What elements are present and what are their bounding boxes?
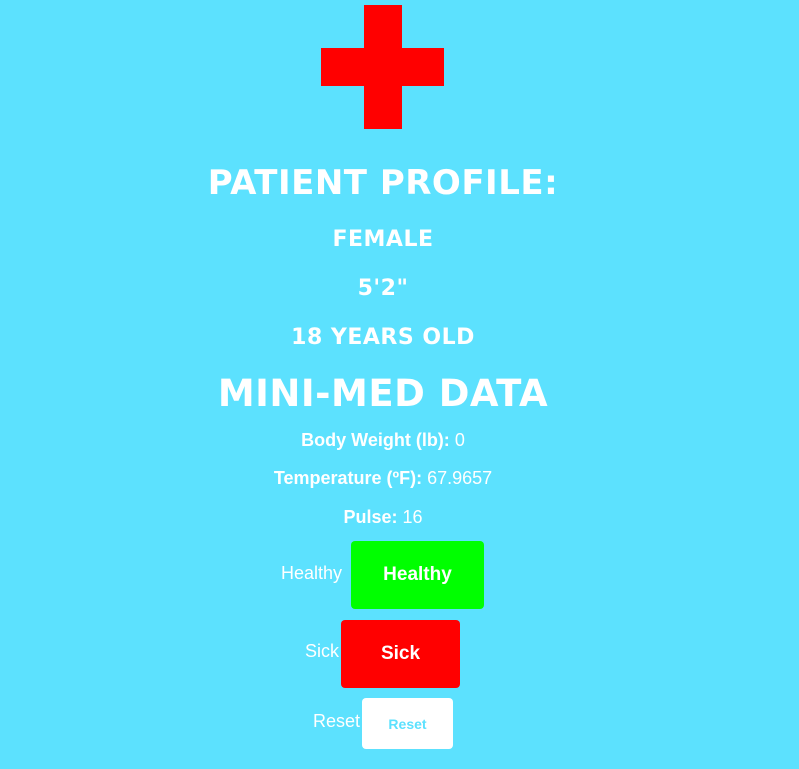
sick-label: Sick [305, 641, 340, 661]
healthy-label: Healthy [281, 563, 343, 583]
body-weight-stat: Body Weight (lb): 0 [0, 430, 766, 451]
temperature-stat: Temperature (ºF): 67.9657 [0, 468, 766, 489]
medical-cross-icon [321, 5, 444, 129]
healthy-button[interactable]: Healthy [351, 541, 484, 609]
profile-height: 5'2" [357, 276, 409, 301]
pulse-label: Pulse: [343, 507, 398, 527]
cross-horizontal-bar [321, 48, 444, 86]
sick-button[interactable]: Sick [341, 620, 460, 688]
mini-med-data-title: MINI-MED DATA [217, 372, 549, 415]
body-weight-label: Body Weight (lb): [301, 430, 450, 450]
pulse-stat: Pulse: 16 [0, 507, 766, 528]
temperature-value: 67.9657 [427, 468, 493, 488]
pulse-value: 16 [402, 507, 423, 527]
reset-button[interactable]: Reset [362, 698, 453, 749]
temperature-label: Temperature (ºF): [273, 468, 423, 488]
reset-label: Reset [313, 711, 361, 731]
profile-age: 18 YEARS OLD [291, 325, 475, 350]
profile-title: PATIENT PROFILE: [207, 163, 559, 203]
profile-gender: FEMALE [332, 227, 434, 252]
body-weight-value: 0 [454, 430, 465, 450]
